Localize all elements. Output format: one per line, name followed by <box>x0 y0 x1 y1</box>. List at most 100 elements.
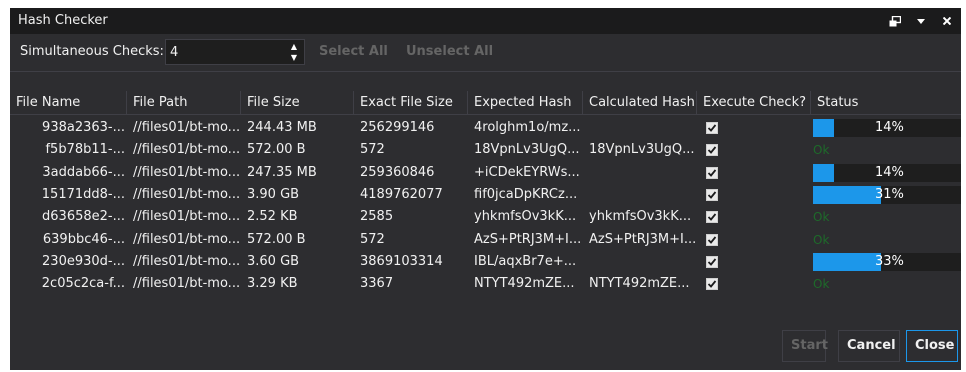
unselect-all-button[interactable]: Unselect All <box>406 44 493 59</box>
simultaneous-checks-input[interactable] <box>166 40 284 64</box>
table-row[interactable]: 639bbc46-... //files01/bt-mo... 572.00 B 57… <box>10 229 961 251</box>
column-header-execute-check[interactable]: Execute Check? <box>697 91 811 115</box>
table-row[interactable]: 230e930d-... //files01/bt-mo... 3.60 GB 386… <box>10 251 961 273</box>
cell-exact-file-size: 572 <box>360 142 385 158</box>
execute-check-checkbox[interactable] <box>706 211 718 224</box>
cell-expected-hash: +iCDekEYRWs... <box>474 164 580 180</box>
simultaneous-checks-label: Simultaneous Checks: <box>20 44 164 59</box>
cell-exact-file-size: 3869103314 <box>360 253 443 269</box>
cell-exact-file-size: 4189762077 <box>360 186 443 202</box>
cell-file-size: 3.90 GB <box>247 186 300 202</box>
cell-file-path: //files01/bt-mo... <box>133 253 241 269</box>
cell-file-path: //files01/bt-mo... <box>133 276 241 292</box>
execute-check-checkbox[interactable] <box>706 255 718 268</box>
cell-file-path: //files01/bt-mo... <box>133 164 241 180</box>
column-header-file-size[interactable]: File Size <box>241 91 354 115</box>
cell-file-path: //files01/bt-mo... <box>133 120 241 135</box>
column-header-file-name[interactable]: File Name <box>10 91 127 115</box>
select-all-button[interactable]: Select All <box>319 44 388 59</box>
progress-label: 14% <box>875 164 904 180</box>
window-title: Hash Checker <box>18 13 108 28</box>
table-row[interactable]: f5b78b11-... //files01/bt-mo... 572.00 B 57… <box>10 139 961 161</box>
checkmark-icon <box>707 169 717 177</box>
progress-fill <box>813 119 834 137</box>
table-row[interactable]: 2c05c2ca-f... //files01/bt-mo... 3.29 KB 33… <box>10 273 961 295</box>
cell-expected-hash: yhkmfsOv3kK... <box>474 209 577 225</box>
cell-file-name: 230e930d-... <box>42 253 125 269</box>
column-header-calculated-hash[interactable]: Calculated Hash <box>583 91 697 115</box>
column-header-expected-hash[interactable]: Expected Hash <box>468 91 583 115</box>
execute-check-checkbox[interactable] <box>706 233 718 246</box>
cell-file-size: 247.35 MB <box>247 164 317 180</box>
cell-exact-file-size: 2585 <box>360 209 394 225</box>
start-button[interactable]: Start <box>782 330 828 362</box>
cell-calculated-hash <box>583 184 697 206</box>
cell-file-name: 15171dd8-... <box>41 186 125 202</box>
progress-label: 14% <box>875 120 904 135</box>
progress-fill <box>813 252 882 271</box>
cell-file-path: //files01/bt-mo... <box>133 186 241 202</box>
cell-file-path: //files01/bt-mo... <box>133 231 241 247</box>
status-ok-label: Ok <box>813 143 830 158</box>
cell-file-size: 572.00 B <box>247 142 306 158</box>
cell-expected-hash: 4rolghm1o/mz... <box>474 120 581 135</box>
cancel-button[interactable]: Cancel <box>838 330 900 362</box>
status-progress-bar: 14% <box>813 163 961 182</box>
execute-check-checkbox[interactable] <box>706 144 718 157</box>
cell-exact-file-size: 3367 <box>360 276 394 292</box>
execute-check-checkbox[interactable] <box>706 122 718 134</box>
dropdown-arrow-icon[interactable] <box>915 8 927 34</box>
spinner-arrows[interactable]: ▲ ▼ <box>288 41 300 63</box>
cell-calculated-hash: AzS+PtRJ3M+I... <box>589 231 697 247</box>
execute-check-checkbox[interactable] <box>706 166 718 179</box>
cell-file-name: 3addab66-... <box>42 164 125 180</box>
spin-up-icon[interactable]: ▲ <box>288 41 300 52</box>
table-row[interactable]: 15171dd8-... //files01/bt-mo... 3.90 GB 418… <box>10 184 961 206</box>
execute-check-checkbox[interactable] <box>706 278 718 291</box>
cell-expected-hash: NTYT492mZE... <box>474 276 575 292</box>
checkmark-icon <box>707 235 717 244</box>
execute-check-checkbox[interactable] <box>706 188 718 201</box>
status-ok-label: Ok <box>813 277 830 292</box>
checkmark-icon <box>707 258 717 266</box>
table-row[interactable]: d63658e2-... //files01/bt-mo... 2.52 KB 258… <box>10 206 961 228</box>
cell-exact-file-size: 572 <box>360 231 385 247</box>
cell-calculated-hash: 18VpnLv3UgQ... <box>589 142 695 158</box>
column-header-exact-file-size[interactable]: Exact File Size <box>354 91 468 115</box>
title-bar-controls <box>889 8 953 34</box>
cell-file-size: 3.60 GB <box>247 253 300 269</box>
table-row[interactable]: 938a2363-... //files01/bt-mo... 244.43 MB 2… <box>10 117 961 139</box>
close-icon[interactable] <box>941 8 953 34</box>
progress-label: 33% <box>875 253 904 269</box>
checkmark-icon <box>707 213 717 222</box>
status-ok-label: Ok <box>813 210 830 225</box>
column-header-file-path[interactable]: File Path <box>127 91 241 115</box>
checkmark-icon <box>707 191 717 199</box>
cell-file-path: //files01/bt-mo... <box>133 142 241 158</box>
cell-file-size: 572.00 B <box>247 231 306 247</box>
cell-calculated-hash <box>583 162 697 184</box>
cell-exact-file-size: 256299146 <box>360 120 435 135</box>
toolbar: Simultaneous Checks: ▲ ▼ Select All Unse… <box>10 34 961 72</box>
cell-file-size: 244.43 MB <box>247 120 317 135</box>
cell-file-name: f5b78b11-... <box>45 142 125 158</box>
cell-expected-hash: 18VpnLv3UgQ... <box>474 142 580 158</box>
checkmark-icon <box>707 146 717 155</box>
checkmark-icon <box>707 124 717 132</box>
column-header-status[interactable]: Status <box>811 91 961 115</box>
restore-window-icon[interactable] <box>889 8 901 34</box>
cell-file-size: 2.52 KB <box>247 209 298 225</box>
table-row[interactable]: 3addab66-... //files01/bt-mo... 247.35 MB 2… <box>10 162 961 184</box>
cell-file-name: 938a2363-... <box>42 120 125 135</box>
cell-calculated-hash: NTYT492mZE... <box>589 276 690 292</box>
cell-expected-hash: fif0jcaDpKRCz... <box>474 186 578 202</box>
simultaneous-checks-spinner[interactable]: ▲ ▼ <box>165 39 305 65</box>
spin-down-icon[interactable]: ▼ <box>288 52 300 63</box>
cell-file-path: //files01/bt-mo... <box>133 209 241 225</box>
cell-calculated-hash <box>583 117 697 139</box>
close-button[interactable]: Close <box>906 330 958 362</box>
hash-checker-window: Hash Checker Simultaneous Checks: 4 ▲ ▼ … <box>10 8 961 370</box>
cell-calculated-hash: yhkmfsOv3kK... <box>589 209 692 225</box>
cell-calculated-hash <box>583 251 697 273</box>
cell-file-size: 3.29 KB <box>247 276 298 292</box>
